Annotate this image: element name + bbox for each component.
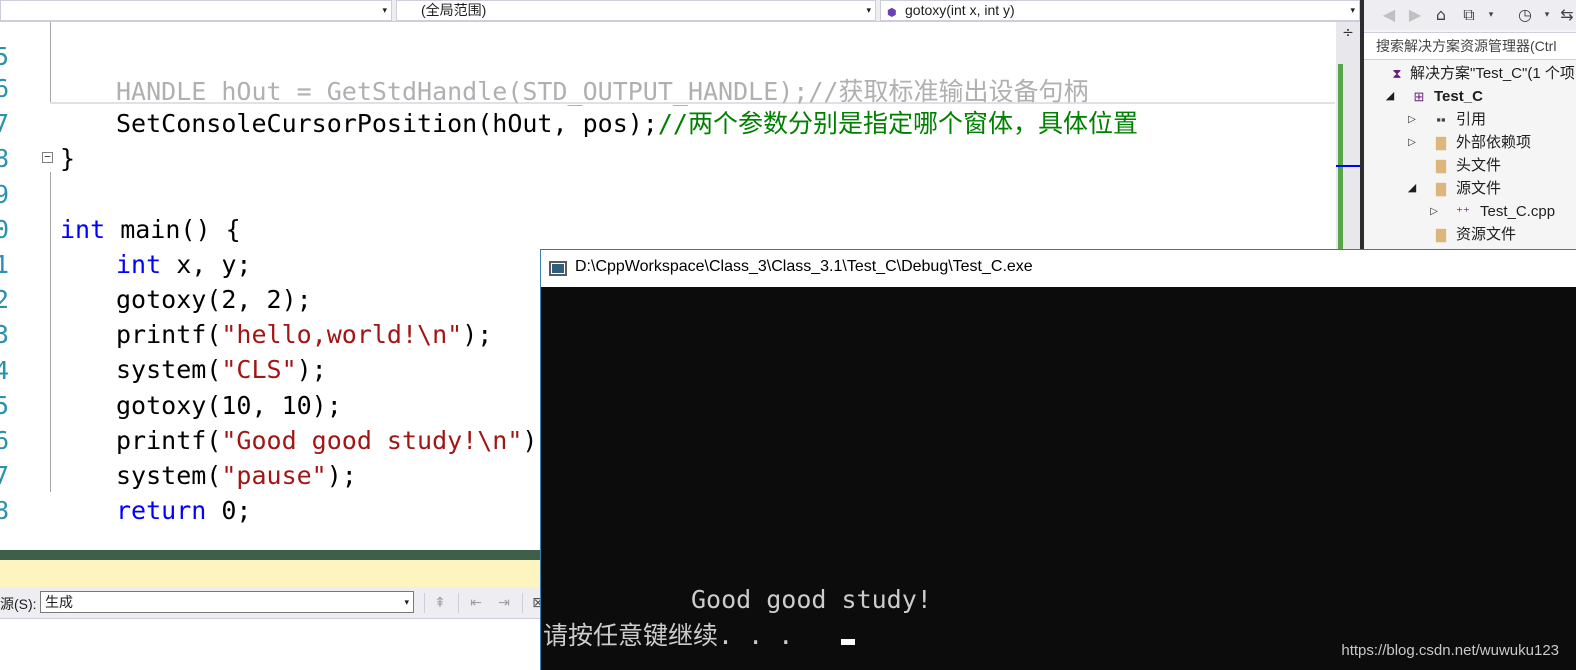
caret-position-marker [1336, 165, 1360, 167]
console-window[interactable]: D:\CppWorkspace\Class_3\Class_3.1\Test_C… [540, 249, 1576, 670]
sync-icon[interactable]: ⇆ [1556, 4, 1576, 26]
expanded-arrow-icon[interactable]: ◢ [1406, 177, 1418, 200]
toolbar-separator [424, 593, 425, 613]
toolbar-separator [522, 593, 523, 613]
tree-item-label: 资源文件 [1456, 226, 1517, 243]
console-titlebar[interactable]: D:\CppWorkspace\Class_3\Class_3.1\Test_C… [541, 250, 1576, 287]
collapsed-arrow-icon[interactable]: ▷ [1428, 200, 1440, 223]
member-dropdown[interactable]: ⬢ gotoxy(int x, int y) ▾ [880, 0, 1360, 21]
watermark-text: https://blog.csdn.net/wuwuku123 [1341, 642, 1559, 659]
code-line[interactable]: 7 } [0, 71, 1340, 173]
references-icon: ▪▪ [1436, 112, 1446, 127]
back-icon[interactable]: ◀ [1378, 4, 1400, 26]
chevron-down-icon: ▾ [404, 597, 409, 607]
scope-dropdown-value: (全局范围) [421, 2, 487, 18]
solution-icon: ⧗ [1392, 66, 1402, 81]
folder-icon: ▇ [1436, 227, 1446, 242]
code-line[interactable]: 8 [0, 106, 1340, 173]
tree-item-resource-files[interactable]: ▇ 资源文件 [1364, 223, 1576, 246]
tree-item-source-files[interactable]: ◢ ▇ 源文件 [1364, 177, 1576, 200]
console-pause-line: 请按任意键继续. . . [543, 621, 794, 650]
change-tracking-bar [1338, 64, 1343, 264]
tree-item-external-deps[interactable]: ▷ ▇ 外部依赖项 [1364, 131, 1576, 154]
switch-views-icon[interactable]: ⧉ [1458, 4, 1480, 26]
console-title: D:\CppWorkspace\Class_3\Class_3.1\Test_C… [575, 258, 1033, 275]
code-line[interactable]: 1 gotoxy(2, 2); [0, 212, 1340, 314]
pending-changes-icon[interactable]: ◷ [1514, 4, 1536, 26]
chevron-down-icon[interactable]: ▾ [1480, 4, 1502, 26]
panel-divider[interactable] [0, 550, 560, 560]
output-toolbar: 源(S): 生成 ▾ ⇞ ⇤ ⇥ ⊠ [0, 587, 560, 619]
tree-item-references[interactable]: ▷ ▪▪ 引用 [1364, 108, 1576, 131]
tree-item-header-files[interactable]: ▇ 头文件 [1364, 154, 1576, 177]
project-dropdown[interactable]: ▾ [0, 0, 392, 21]
chevron-down-icon: ▾ [382, 5, 387, 15]
code-line[interactable]: 9 int main() { [0, 142, 1340, 244]
chevron-down-icon[interactable]: ▾ [1536, 4, 1558, 26]
output-source-value: 生成 [45, 594, 73, 610]
navigation-bar: ▾ (全局范围) ▾ ⬢ gotoxy(int x, int y) ▾ [0, 0, 1360, 22]
output-source-dropdown[interactable]: 生成 ▾ [40, 591, 414, 613]
scope-dropdown[interactable]: (全局范围) ▾ [396, 0, 876, 21]
line-number: 9 [0, 529, 14, 532]
output-source-label: 源(S): [0, 596, 37, 612]
expanded-arrow-icon[interactable]: ◢ [1384, 85, 1396, 108]
code-line[interactable]: 0 int x, y; [0, 177, 1340, 279]
output-text-area[interactable] [0, 620, 560, 670]
solution-search-input[interactable]: 搜索解决方案资源管理器(Ctrl [1364, 32, 1576, 60]
member-dropdown-value: gotoxy(int x, int y) [905, 2, 1015, 18]
forward-icon[interactable]: ▶ [1404, 4, 1426, 26]
folder-icon: ▇ [1436, 135, 1446, 150]
solution-explorer: ◀ ▶ ⌂ ⧉ ▾ ◷ ▾ ⇆ 搜索解决方案资源管理器(Ctrl ⧗ 解决方案"… [1360, 0, 1576, 252]
code-line[interactable]: 6 SetConsoleCursorPosition(hOut, pos);//… [0, 36, 1340, 138]
console-cursor [841, 639, 855, 645]
chevron-down-icon: ▾ [1350, 5, 1355, 15]
find-message-icon[interactable]: ⇞ [430, 593, 450, 613]
tree-item-label: Test_C.cpp [1480, 203, 1556, 220]
method-icon: ⬢ [887, 7, 897, 19]
collapsed-arrow-icon[interactable]: ▷ [1406, 108, 1418, 131]
home-icon[interactable]: ⌂ [1430, 4, 1452, 26]
tree-item-label: 外部依赖项 [1456, 134, 1532, 151]
tree-item-label: 源文件 [1456, 180, 1502, 197]
tree-item-project[interactable]: ◢ ⊞ Test_C [1364, 85, 1576, 108]
split-window-icon[interactable]: ÷ [1340, 24, 1356, 42]
prev-message-icon[interactable]: ⇤ [466, 593, 486, 613]
solution-tree: ⧗ 解决方案"Test_C"(1 个项 ◢ ⊞ Test_C ▷ ▪▪ 引用 ▷… [1364, 62, 1576, 252]
tree-item-label: 引用 [1456, 111, 1487, 128]
output-panel-header [0, 560, 560, 587]
console-app-icon [549, 261, 567, 276]
project-icon: ⊞ [1413, 89, 1425, 104]
next-message-icon[interactable]: ⇥ [494, 593, 514, 613]
tree-item-solution[interactable]: ⧗ 解决方案"Test_C"(1 个项 [1364, 62, 1576, 85]
tree-item-label: 解决方案"Test_C"(1 个项 [1410, 65, 1575, 82]
console-output[interactable]: Good good study! 请按任意键继续. . . https://bl… [541, 287, 1576, 670]
tree-item-label: Test_C [1434, 88, 1483, 105]
collapsed-arrow-icon[interactable]: ▷ [1406, 131, 1418, 154]
tree-item-label: 头文件 [1456, 157, 1502, 174]
chevron-down-icon: ▾ [866, 5, 871, 15]
folder-icon: ▇ [1436, 158, 1446, 173]
open-folder-icon: ▇ [1436, 181, 1446, 196]
cpp-file-icon: ⁺⁺ [1456, 204, 1470, 219]
console-output-line: Good good study! [691, 585, 932, 614]
solution-explorer-toolbar: ◀ ▶ ⌂ ⧉ ▾ ◷ ▾ ⇆ [1364, 0, 1576, 30]
toolbar-separator [458, 593, 459, 613]
tree-item-source-file[interactable]: ▷ ⁺⁺ Test_C.cpp [1364, 200, 1576, 223]
